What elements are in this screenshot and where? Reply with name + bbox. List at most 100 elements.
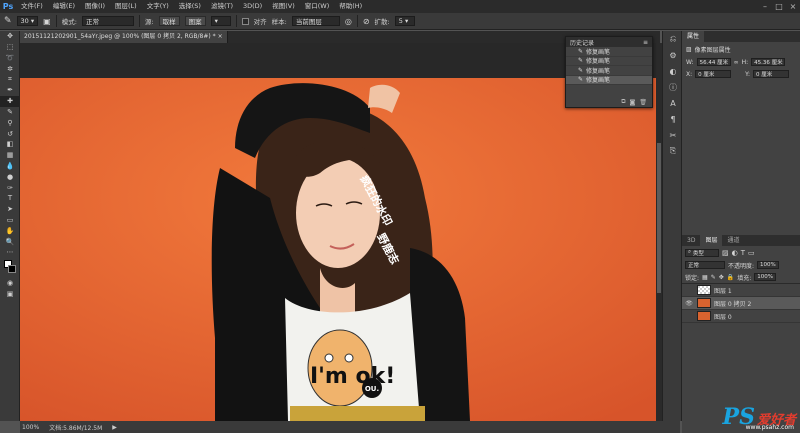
history-panel-icon[interactable]: ⎌	[663, 31, 683, 47]
lock-pixels-icon[interactable]: ▦	[702, 274, 708, 281]
mode-select[interactable]: 正常	[81, 16, 134, 26]
character-panel-icon[interactable]: A	[663, 95, 683, 111]
color-swatches[interactable]	[0, 258, 20, 278]
menu-3d[interactable]: 3D(D)	[238, 0, 267, 13]
menu-edit[interactable]: 编辑(E)	[48, 0, 80, 13]
trash-icon[interactable]: 🗑	[639, 99, 647, 106]
layer-row[interactable]: 图层 0	[682, 310, 800, 323]
menu-view[interactable]: 视图(V)	[267, 0, 300, 13]
eye-icon[interactable]: 👁	[684, 300, 694, 307]
close-tab-icon[interactable]: ×	[218, 33, 223, 40]
brush-tool-icon[interactable]: ✎	[0, 107, 20, 118]
history-panel-header[interactable]: 历史记录 ≡	[566, 37, 652, 47]
zoom-level[interactable]: 100%	[22, 424, 39, 431]
lock-paint-icon[interactable]: ✎	[711, 274, 716, 281]
history-brush-tool-icon[interactable]: ↺	[0, 128, 20, 139]
aligned-checkbox[interactable]	[241, 17, 249, 25]
path-select-tool-icon[interactable]: ➤	[0, 204, 20, 215]
history-item[interactable]: ✎ 修复画笔	[566, 57, 652, 66]
width-field[interactable]: 56.44 厘米	[696, 58, 731, 66]
lasso-tool-icon[interactable]: ➰	[0, 53, 20, 64]
layer-name[interactable]: 图层 0	[714, 312, 732, 321]
pen-tool-icon[interactable]: ✑	[0, 182, 20, 193]
healing-brush-tool-icon[interactable]: ✎	[4, 16, 12, 26]
crop-tool-icon[interactable]: ⌗	[0, 74, 20, 85]
layer-filter-select[interactable]: ⌕ 类型	[685, 248, 719, 257]
background-color-swatch[interactable]	[8, 264, 16, 273]
shape-tool-icon[interactable]: ▭	[0, 215, 20, 226]
quick-mask-icon[interactable]: ◉	[0, 278, 20, 289]
more-tools-icon[interactable]: ⋯	[0, 247, 20, 258]
fill-field[interactable]: 100%	[754, 273, 777, 281]
menu-window[interactable]: 窗口(W)	[300, 0, 335, 13]
toggle-panel-icon[interactable]: ▣	[43, 17, 51, 26]
source-sampled-button[interactable]: 取样	[158, 16, 180, 26]
status-arrow-icon[interactable]: ▶	[112, 424, 117, 431]
filter-shape-icon[interactable]: ▭	[748, 249, 755, 257]
canvas-area[interactable]: OU. I'm ok! 疯狂的水印 野鹿志	[20, 43, 660, 421]
type-tool-icon[interactable]: T	[0, 193, 20, 204]
diffusion-select[interactable]: 5 ▾	[394, 16, 415, 26]
adjustments-icon[interactable]: ◐	[663, 63, 683, 79]
layer-row[interactable]: 👁 图层 0 拷贝 2	[682, 297, 800, 310]
history-item[interactable]: ✎ 修复画笔	[566, 47, 652, 57]
document-tab[interactable]: 20151121202901_54aYr.jpeg @ 100% (图层 0 拷…	[20, 31, 228, 43]
healing-brush-tool-icon[interactable]: ✚	[0, 95, 20, 107]
quick-select-tool-icon[interactable]: ✲	[0, 63, 20, 74]
layer-name[interactable]: 图层 1	[714, 286, 732, 295]
tab-3d[interactable]: 3D	[682, 235, 700, 246]
hand-tool-icon[interactable]: ✋	[0, 225, 20, 236]
layer-row[interactable]: 图层 1	[682, 284, 800, 297]
pressure-icon[interactable]: ⊘	[363, 17, 370, 26]
menu-layer[interactable]: 图层(L)	[110, 0, 142, 13]
tool-presets-icon[interactable]: ✂	[663, 127, 683, 143]
maximize-icon[interactable]: □	[772, 0, 786, 13]
new-document-icon[interactable]: ⧉	[621, 98, 625, 106]
y-field[interactable]: 0 厘米	[753, 70, 790, 78]
source-pattern-button[interactable]: 图案	[184, 16, 206, 26]
document-image[interactable]: OU. I'm ok! 疯狂的水印 野鹿志	[20, 78, 660, 421]
blur-tool-icon[interactable]: 💧	[0, 161, 20, 172]
menu-filter[interactable]: 滤镜(T)	[206, 0, 238, 13]
properties-panel-icon[interactable]: ⚙	[663, 47, 683, 63]
history-item[interactable]: ✎ 修复画笔	[566, 66, 652, 76]
layer-name[interactable]: 图层 0 拷贝 2	[714, 299, 751, 308]
height-field[interactable]: 45.36 厘米	[751, 58, 786, 66]
eyedropper-tool-icon[interactable]: ✒	[0, 85, 20, 96]
scrollbar-thumb[interactable]	[657, 143, 661, 293]
filter-pixel-icon[interactable]: ▨	[722, 249, 729, 257]
move-tool-icon[interactable]: ✥	[0, 31, 20, 42]
screen-mode-icon[interactable]: ▣	[0, 289, 20, 300]
info-icon[interactable]: ⓘ	[663, 79, 683, 95]
tab-properties[interactable]: 属性	[682, 31, 705, 42]
ignore-adjustment-icon[interactable]: ◎	[345, 17, 352, 26]
filter-type-icon[interactable]: T	[741, 249, 745, 257]
menu-type[interactable]: 文字(Y)	[142, 0, 174, 13]
marquee-tool-icon[interactable]: ⬚	[0, 42, 20, 53]
link-icon[interactable]: ∞	[734, 59, 739, 66]
tab-layers[interactable]: 图层	[700, 235, 723, 246]
x-field[interactable]: 0 厘米	[695, 70, 732, 78]
filter-adjust-icon[interactable]: ◐	[732, 249, 738, 257]
menu-image[interactable]: 图像(I)	[80, 0, 110, 13]
menu-select[interactable]: 选择(S)	[174, 0, 206, 13]
lock-all-icon[interactable]: 🔒	[727, 274, 734, 281]
menu-file[interactable]: 文件(F)	[16, 0, 48, 13]
brush-preset-picker[interactable]: 30 ▾	[16, 16, 39, 26]
sample-select[interactable]: 当前图层	[291, 16, 340, 26]
panel-menu-icon[interactable]: ≡	[643, 39, 648, 46]
snapshot-icon[interactable]: ◙	[630, 99, 636, 106]
minimize-icon[interactable]: –	[758, 0, 772, 13]
pattern-picker[interactable]: ▾	[210, 16, 231, 26]
zoom-tool-icon[interactable]: 🔍	[0, 236, 20, 247]
eraser-tool-icon[interactable]: ◧	[0, 139, 20, 150]
close-icon[interactable]: ×	[786, 0, 800, 13]
opacity-field[interactable]: 100%	[757, 261, 780, 269]
history-item[interactable]: ✎ 修复画笔	[566, 75, 652, 85]
menu-help[interactable]: 帮助(H)	[334, 0, 367, 13]
clone-source-icon[interactable]: ⎘	[663, 143, 683, 159]
clone-stamp-tool-icon[interactable]: ⚲	[0, 117, 20, 128]
tab-channels[interactable]: 通道	[722, 235, 744, 246]
dodge-tool-icon[interactable]: ●	[0, 171, 20, 182]
gradient-tool-icon[interactable]: ▦	[0, 150, 20, 161]
